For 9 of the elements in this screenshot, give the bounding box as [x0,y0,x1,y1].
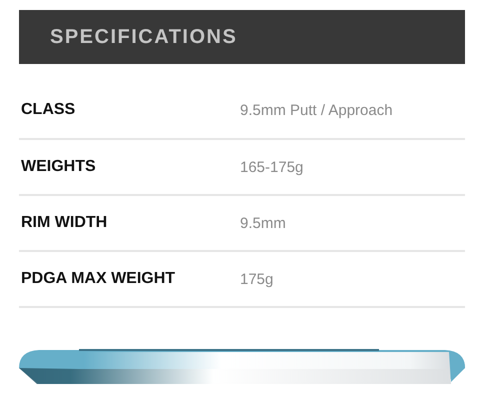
spec-label: CLASS [20,101,76,119]
spec-value: 9.5mm [240,214,286,232]
spec-label: RIM WIDTH [20,214,108,232]
section-title: SPECIFICATIONS [50,26,238,48]
spec-value: 9.5mm Putt / Approach [240,102,393,118]
spec-label: PDGA MAX WEIGHT [20,270,176,288]
spec-value: 175g [240,270,274,288]
spec-label: WEIGHTS [20,158,97,176]
spec-value: 165-175g [240,158,304,176]
